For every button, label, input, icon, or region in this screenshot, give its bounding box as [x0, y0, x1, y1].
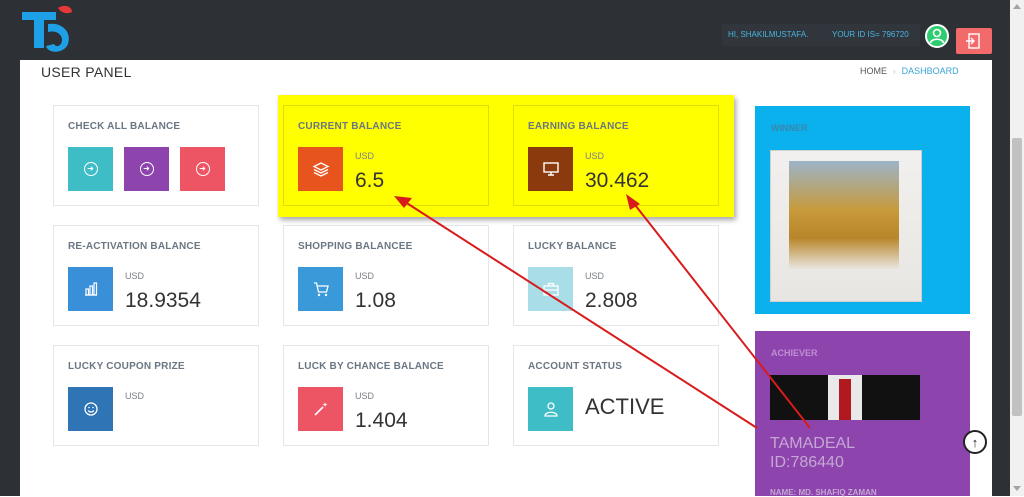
balance-value: 1.404 [355, 409, 408, 432]
card-title: EARNING BALANCE [528, 121, 629, 132]
card-title: CURRENT BALANCE [298, 121, 402, 132]
magic-wand-icon [298, 387, 343, 431]
card-title: ACCOUNT STATUS [528, 361, 623, 372]
tie-shape [839, 379, 851, 420]
card-title: SHOPPING BALANCEE [298, 241, 413, 252]
layers-icon [298, 147, 343, 191]
user-info-bar: HI, SHAKILMUSTAFA. YOUR ID IS= 796720 [722, 24, 920, 46]
lucky-coupon-prize-card: LUCKY COUPON PRIZE USD [53, 345, 259, 446]
user-avatar-icon[interactable] [925, 24, 949, 48]
currency-label: USD [125, 391, 145, 401]
balance-value: 18.9354 [125, 289, 201, 312]
achiever-name: TAMADEAL ID:786440 [770, 434, 855, 472]
check-balance-button-3[interactable]: ➜ [180, 147, 225, 191]
arrow-right-icon: ➜ [83, 162, 98, 176]
card-title: RE-ACTIVATION BALANCE [68, 241, 201, 252]
balance-value: 1.08 [355, 289, 396, 312]
smile-icon [68, 387, 113, 431]
scroll-down-arrow-icon[interactable] [1013, 486, 1021, 491]
scrollbar-thumb[interactable] [1012, 138, 1022, 416]
balance-value: 6.5 [355, 169, 385, 192]
account-status-value: ACTIVE [585, 394, 665, 419]
card-title: LUCKY COUPON PRIZE [68, 361, 185, 372]
shopping-balance-card: SHOPPING BALANCEE USD 1.08 [283, 225, 489, 326]
bar-chart-icon [68, 267, 113, 311]
left-gutter [0, 60, 20, 496]
currency-label: USD [355, 271, 375, 281]
breadcrumb-separator-icon: › [893, 67, 896, 76]
briefcase-icon [528, 267, 573, 311]
breadcrumb-dashboard[interactable]: DASHBOARD [902, 66, 959, 76]
achiever-panel: ACHIEVER TAMADEAL ID:786440 NAME: MD. SH… [755, 331, 970, 497]
currency-label: USD [355, 151, 375, 161]
achiever-photo [770, 375, 920, 420]
scroll-up-arrow-icon[interactable] [1013, 4, 1021, 9]
currency-label: USD [585, 151, 605, 161]
achiever-label: ACHIEVER [771, 348, 818, 358]
logout-button[interactable] [956, 28, 992, 54]
check-balance-button-1[interactable]: ➜ [68, 147, 113, 191]
currency-label: USD [125, 271, 145, 281]
winner-label: WINNER [771, 123, 808, 133]
earning-balance-card: EARNING BALANCE USD 30.462 [513, 105, 719, 206]
scroll-to-top-icon[interactable]: ↑ [963, 430, 987, 454]
site-logo[interactable] [18, 4, 78, 56]
card-title: LUCK BY CHANCE BALANCE [298, 361, 444, 372]
user-id-text: YOUR ID IS= 796720 [832, 30, 909, 39]
card-title: CHECK ALL BALANCE [68, 121, 181, 132]
achiever-name-line2: ID:786440 [770, 454, 844, 471]
monitor-icon [528, 147, 573, 191]
arrow-right-icon: ➜ [195, 162, 210, 176]
breadcrumb-home[interactable]: HOME [860, 66, 887, 76]
winner-photo-image [789, 161, 899, 271]
re-activation-balance-card: RE-ACTIVATION BALANCE USD 18.9354 [53, 225, 259, 326]
currency-label: USD [585, 271, 605, 281]
account-status-card: ACCOUNT STATUS ACTIVE [513, 345, 719, 446]
winner-photo [770, 150, 922, 302]
check-balance-button-2[interactable]: ➜ [124, 147, 169, 191]
currency-label: USD [355, 391, 375, 401]
card-title: LUCKY BALANCE [528, 241, 617, 252]
luck-by-chance-balance-card: LUCK BY CHANCE BALANCE USD 1.404 [283, 345, 489, 446]
current-balance-card: CURRENT BALANCE USD 6.5 [283, 105, 489, 206]
check-all-balance-card: CHECK ALL BALANCE ➜ ➜ ➜ [53, 105, 259, 206]
user-icon [528, 387, 573, 431]
greeting-text: HI, SHAKILMUSTAFA. [728, 30, 809, 39]
arrow-right-icon: ➜ [139, 162, 154, 176]
winner-panel: WINNER [755, 106, 970, 314]
page-title: USER PANEL [41, 64, 132, 80]
balance-value: 30.462 [585, 169, 650, 192]
cart-icon [298, 267, 343, 311]
right-gutter [992, 60, 1010, 496]
breadcrumb: HOME › DASHBOARD [860, 66, 959, 76]
lucky-balance-card: LUCKY BALANCE USD 2.808 [513, 225, 719, 326]
achiever-name-line1: TAMADEAL [770, 435, 856, 452]
balance-value: 2.808 [585, 289, 638, 312]
